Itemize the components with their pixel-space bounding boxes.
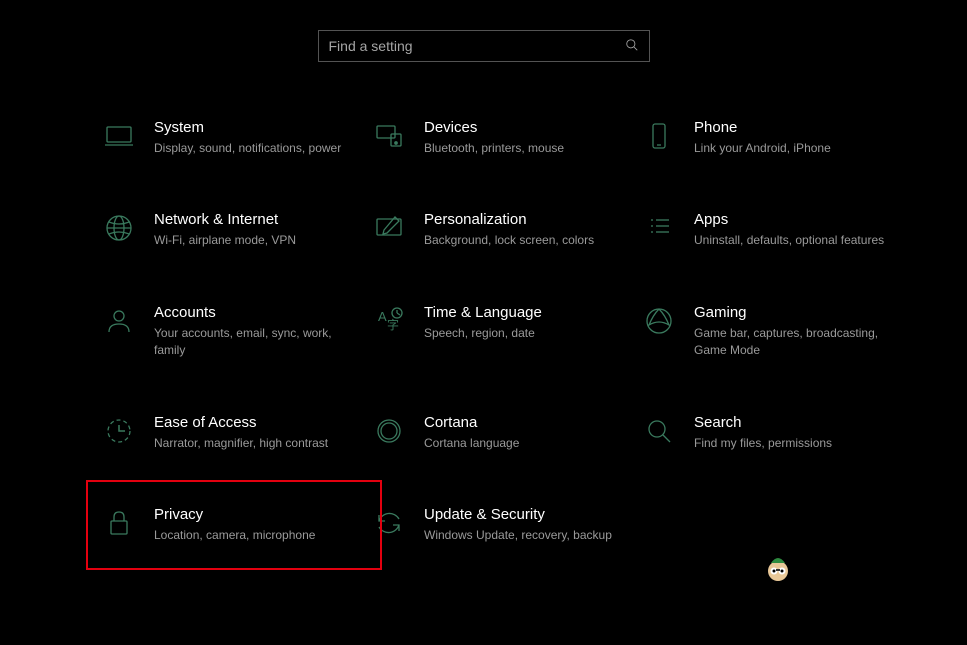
tile-phone[interactable]: Phone Link your Android, iPhone (640, 117, 910, 159)
tile-desc: Narrator, magnifier, high contrast (154, 435, 368, 452)
search-input[interactable] (329, 38, 625, 54)
svg-text:A: A (378, 309, 387, 324)
tile-ease-of-access[interactable]: Ease of Access Narrator, magnifier, high… (100, 412, 370, 454)
tile-desc: Game bar, captures, broadcasting, Game M… (694, 325, 908, 360)
tile-title: Privacy (154, 506, 368, 523)
tile-title: Gaming (694, 304, 908, 321)
tile-desc: Bluetooth, printers, mouse (424, 140, 638, 157)
tile-title: Ease of Access (154, 414, 368, 431)
tile-privacy[interactable]: Privacy Location, camera, microphone (86, 480, 382, 570)
accounts-icon (102, 304, 136, 338)
tile-apps[interactable]: Apps Uninstall, defaults, optional featu… (640, 209, 910, 251)
tile-title: Accounts (154, 304, 368, 321)
tile-update-security[interactable]: Update & Security Windows Update, recove… (370, 504, 640, 546)
time-language-icon: A字 (372, 304, 406, 338)
tile-desc: Location, camera, microphone (154, 527, 368, 544)
personalization-icon (372, 211, 406, 245)
tile-title: Search (694, 414, 908, 431)
tile-search[interactable]: Search Find my files, permissions (640, 412, 910, 454)
tile-desc: Cortana language (424, 435, 638, 452)
search-icon (625, 38, 639, 55)
mascot-icon (759, 549, 797, 587)
privacy-icon (102, 506, 136, 540)
tile-desc: Display, sound, notifications, power (154, 140, 368, 157)
tile-title: Network & Internet (154, 211, 368, 228)
tile-desc: Wi-Fi, airplane mode, VPN (154, 232, 368, 249)
tile-title: Personalization (424, 211, 638, 228)
tile-desc: Find my files, permissions (694, 435, 908, 452)
tile-system[interactable]: System Display, sound, notifications, po… (100, 117, 370, 159)
tile-gaming[interactable]: Gaming Game bar, captures, broadcasting,… (640, 302, 910, 362)
apps-icon (642, 211, 676, 245)
search-box[interactable] (318, 30, 650, 62)
tile-title: System (154, 119, 368, 136)
tile-desc: Link your Android, iPhone (694, 140, 908, 157)
tile-accounts[interactable]: Accounts Your accounts, email, sync, wor… (100, 302, 370, 362)
system-icon (102, 119, 136, 153)
tile-devices[interactable]: Devices Bluetooth, printers, mouse (370, 117, 640, 159)
search-tile-icon (642, 414, 676, 448)
tile-time-language[interactable]: A字 Time & Language Speech, region, date (370, 302, 640, 362)
tile-desc: Your accounts, email, sync, work, family (154, 325, 368, 360)
tile-network[interactable]: Network & Internet Wi-Fi, airplane mode,… (100, 209, 370, 251)
devices-icon (372, 119, 406, 153)
cortana-icon (372, 414, 406, 448)
tile-desc: Windows Update, recovery, backup (424, 527, 638, 544)
tile-desc: Uninstall, defaults, optional features (694, 232, 908, 249)
tile-title: Time & Language (424, 304, 638, 321)
svg-text:字: 字 (387, 317, 399, 332)
tile-title: Devices (424, 119, 638, 136)
network-icon (102, 211, 136, 245)
tile-title: Phone (694, 119, 908, 136)
ease-of-access-icon (102, 414, 136, 448)
settings-grid: System Display, sound, notifications, po… (0, 117, 967, 546)
tile-cortana[interactable]: Cortana Cortana language (370, 412, 640, 454)
tile-personalization[interactable]: Personalization Background, lock screen,… (370, 209, 640, 251)
phone-icon (642, 119, 676, 153)
gaming-icon (642, 304, 676, 338)
tile-title: Apps (694, 211, 908, 228)
tile-title: Update & Security (424, 506, 638, 523)
tile-title: Cortana (424, 414, 638, 431)
tile-desc: Speech, region, date (424, 325, 638, 342)
tile-desc: Background, lock screen, colors (424, 232, 638, 249)
